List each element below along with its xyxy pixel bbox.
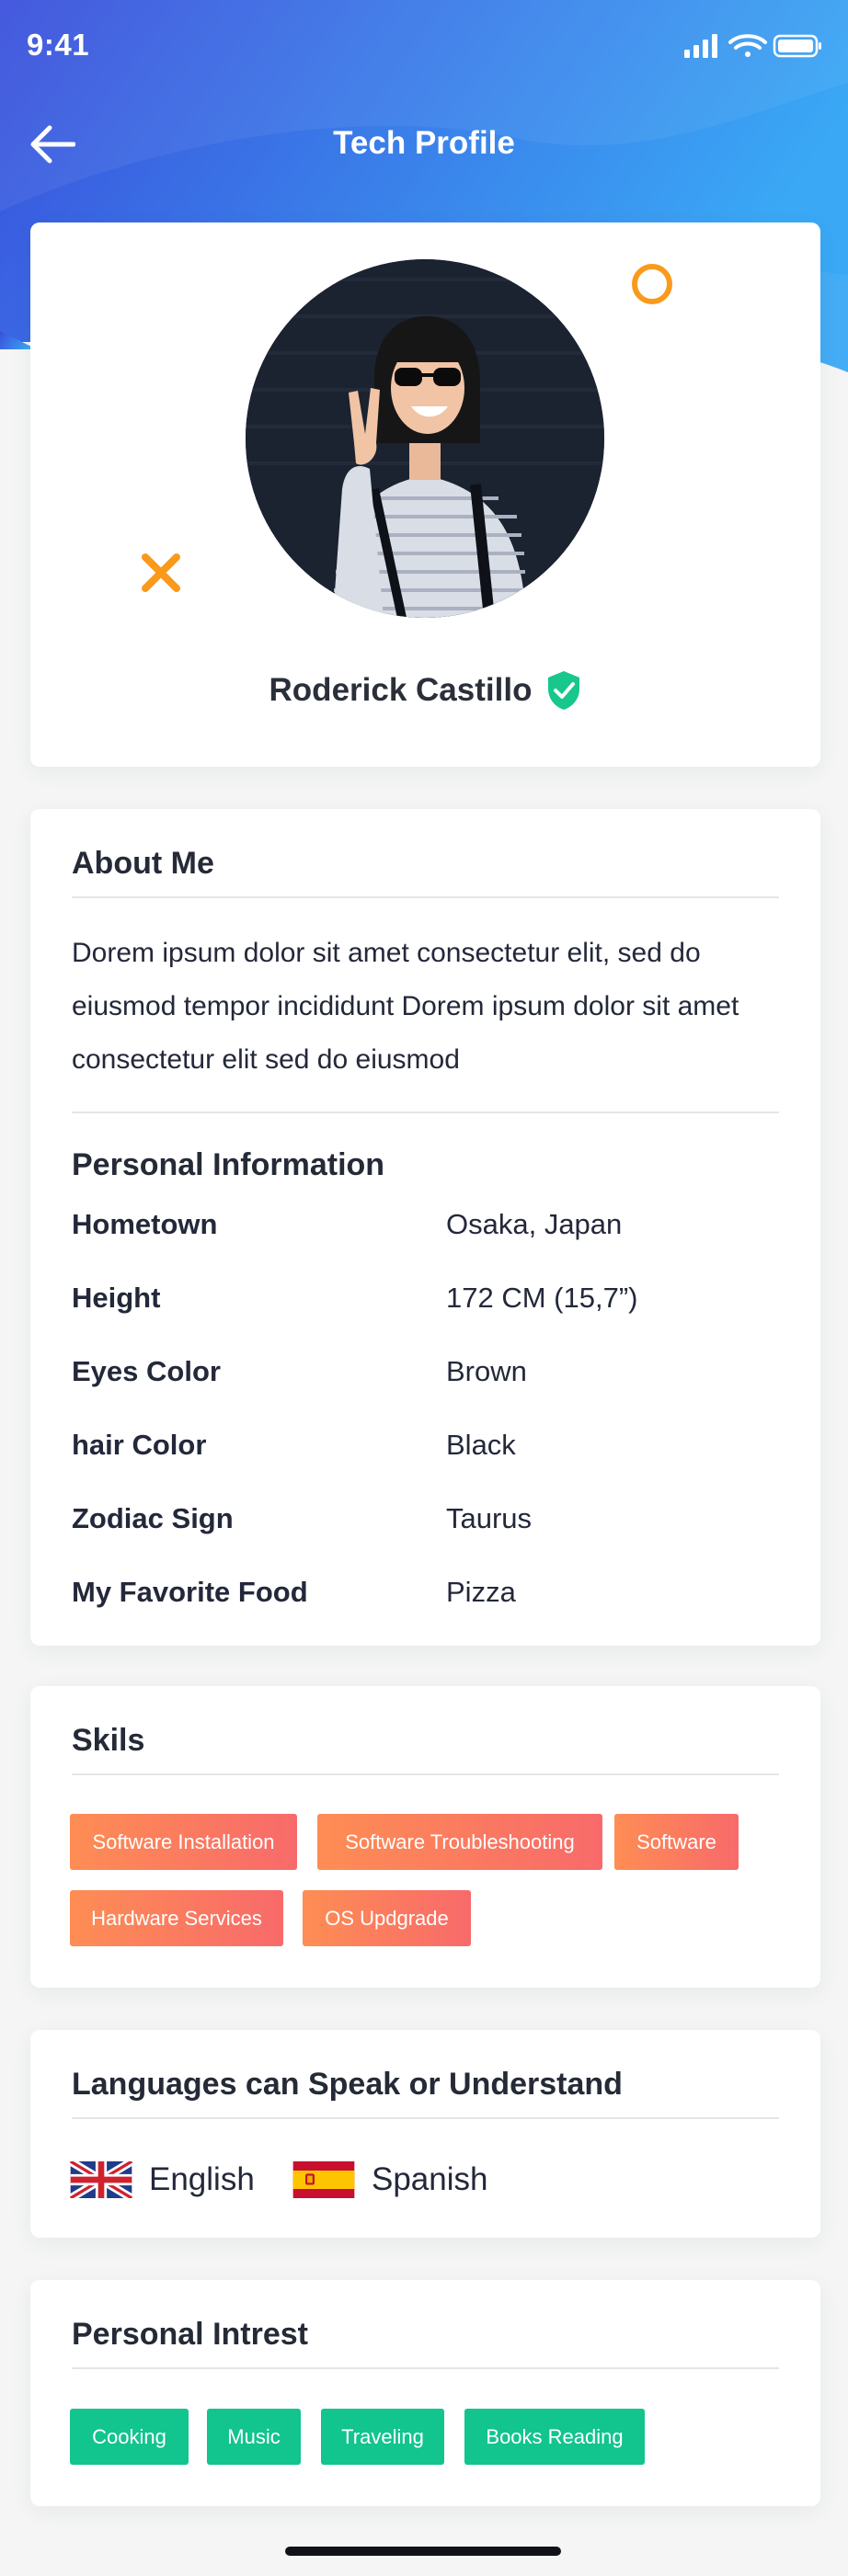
language-label: English <box>149 2161 255 2197</box>
uk-flag-icon <box>70 2161 132 2198</box>
interest-tag[interactable]: Traveling <box>321 2409 444 2465</box>
info-row-favorite-food: My Favorite Food Pizza <box>72 1576 779 1613</box>
interests-title: Personal Intrest <box>72 2317 308 2352</box>
languages-card: Languages can Speak or Understand Englis… <box>30 2030 820 2238</box>
status-icons <box>684 34 821 58</box>
profile-name: Roderick Castillo <box>269 672 533 708</box>
signal-icon <box>684 34 717 58</box>
skills-divider <box>72 1773 779 1775</box>
profile-card: Roderick Castillo <box>30 222 820 767</box>
skill-tag[interactable]: OS Updgrade <box>303 1890 471 1946</box>
verified-shield-icon <box>548 671 580 710</box>
info-label: Eyes Color <box>72 1355 221 1387</box>
info-value: Pizza <box>446 1576 516 1608</box>
personal-info-divider <box>72 1111 779 1113</box>
skill-tag[interactable]: Software <box>614 1814 739 1870</box>
languages-divider <box>72 2117 779 2119</box>
info-value: Black <box>446 1429 516 1461</box>
spain-flag-icon <box>292 2161 355 2198</box>
info-value: Osaka, Japan <box>446 1208 623 1240</box>
interests-card: Personal Intrest Cooking Music Traveling… <box>30 2280 820 2506</box>
avatar-portrait <box>246 259 604 618</box>
about-divider <box>72 896 779 898</box>
language-english: English <box>70 2159 255 2201</box>
info-value: 172 CM (15,7”) <box>446 1282 638 1314</box>
language-label: Spanish <box>372 2161 488 2197</box>
info-row-height: Height 172 CM (15,7”) <box>72 1282 779 1318</box>
info-row-hair-color: hair Color Black <box>72 1429 779 1465</box>
interest-tag[interactable]: Music <box>207 2409 301 2465</box>
info-row-hometown: Hometown Osaka, Japan <box>72 1208 779 1245</box>
nav-bar: Tech Profile <box>0 110 848 177</box>
info-label: hair Color <box>72 1429 207 1461</box>
about-title: About Me <box>72 846 214 881</box>
info-label: Zodiac Sign <box>72 1502 234 1534</box>
info-row-zodiac-sign: Zodiac Sign Taurus <box>72 1502 779 1539</box>
info-label: My Favorite Food <box>72 1576 308 1608</box>
page-title: Tech Profile <box>333 125 515 161</box>
status-time: 9:41 <box>27 28 90 62</box>
cross-decoration-icon <box>142 553 180 592</box>
skills-title: Skils <box>72 1723 145 1758</box>
info-value: Taurus <box>446 1502 533 1534</box>
profile-name-row: Roderick Castillo <box>30 670 820 711</box>
ring-decoration-icon <box>632 264 672 304</box>
interest-tag[interactable]: Books Reading <box>464 2409 645 2465</box>
wifi-icon <box>728 34 767 57</box>
skill-tag[interactable]: Hardware Services <box>70 1890 283 1946</box>
interest-tag[interactable]: Cooking <box>70 2409 189 2465</box>
languages-title: Languages can Speak or Understand <box>72 2067 623 2102</box>
info-row-eyes-color: Eyes Color Brown <box>72 1355 779 1392</box>
home-indicator[interactable] <box>285 2547 561 2556</box>
skill-tag[interactable]: Software Installation <box>70 1814 297 1870</box>
about-card: About Me Dorem ipsum dolor sit amet cons… <box>30 809 820 1646</box>
language-spanish: Spanish <box>292 2159 487 2201</box>
info-label: Height <box>72 1282 161 1314</box>
about-text: Dorem ipsum dolor sit amet consectetur e… <box>72 938 739 1075</box>
personal-info-title: Personal Information <box>72 1147 385 1182</box>
status-bar: 9:41 <box>0 0 848 92</box>
info-label: Hometown <box>72 1208 218 1240</box>
interests-divider <box>72 2367 779 2369</box>
skills-card: Skils Software Installation Software Tro… <box>30 1686 820 1988</box>
info-value: Brown <box>446 1355 527 1387</box>
avatar[interactable] <box>246 259 604 618</box>
skill-tag[interactable]: Software Troubleshooting <box>317 1814 602 1870</box>
battery-icon <box>773 34 821 58</box>
